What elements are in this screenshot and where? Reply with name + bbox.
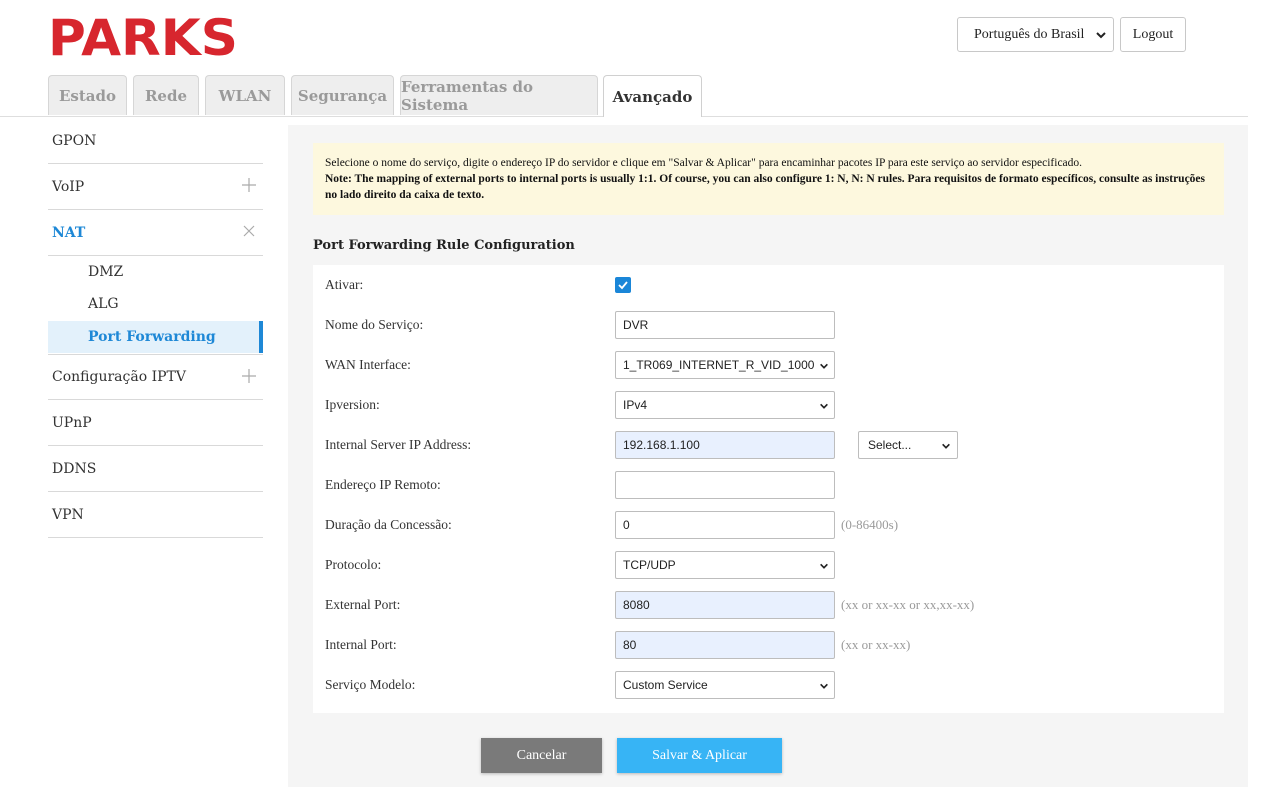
plus-icon: [242, 178, 256, 192]
tab-avancado[interactable]: Avançado: [603, 75, 702, 117]
remote-ip-input[interactable]: [615, 471, 835, 499]
protocol-select[interactable]: TCP/UDP: [615, 551, 835, 579]
internal-ip-label: Internal Server IP Address:: [325, 437, 472, 452]
port-forwarding-form: Ativar: Nome do Serviço: DVR WAN Interfa…: [313, 265, 1224, 713]
internal-port-hint: (xx or xx-xx): [841, 637, 911, 652]
wan-interface-value: 1_TR069_INTERNET_R_VID_1000: [623, 358, 815, 372]
row-ativar: Ativar:: [313, 265, 1224, 305]
chevron-down-icon: [820, 683, 828, 689]
tab-ferramentas[interactable]: Ferramentas do Sistema: [400, 75, 598, 115]
row-wan-interface: WAN Interface: 1_TR069_INTERNET_R_VID_10…: [313, 345, 1224, 385]
wan-interface-label: WAN Interface:: [325, 357, 411, 372]
tab-seguranca[interactable]: Segurança: [291, 75, 394, 115]
lease-label: Duração da Concessão:: [325, 517, 452, 532]
sidebar-item-ddns[interactable]: DDNS: [48, 446, 263, 492]
parks-logo: PARKS: [48, 9, 240, 67]
protocol-label: Protocolo:: [325, 557, 382, 572]
sidebar-item-label: NAT: [52, 224, 86, 241]
sidebar-item-nat[interactable]: NAT: [48, 210, 263, 256]
internal-port-label: Internal Port:: [325, 637, 397, 652]
sidebar-subitem-port-forwarding[interactable]: Port Forwarding: [48, 321, 263, 353]
lease-input[interactable]: 0: [615, 511, 835, 539]
sidebar-item-voip[interactable]: VoIP: [48, 164, 263, 210]
service-template-select[interactable]: Custom Service: [615, 671, 835, 699]
language-select[interactable]: Português do Brasil: [957, 17, 1114, 52]
nome-servico-label: Nome do Serviço:: [325, 317, 424, 332]
row-nome-servico: Nome do Serviço: DVR: [313, 305, 1224, 345]
sidebar-subitem-alg[interactable]: ALG: [48, 288, 263, 320]
notice-line-1: Selecione o nome do serviço, digite o en…: [325, 157, 1083, 169]
service-template-value: Custom Service: [623, 678, 708, 692]
sidebar-item-label: VoIP: [52, 178, 85, 195]
sidebar-item-label: UPnP: [52, 414, 92, 431]
ativar-label: Ativar:: [325, 277, 364, 292]
row-internal-ip: Internal Server IP Address: 192.168.1.10…: [313, 425, 1224, 465]
chevron-down-icon: [820, 563, 828, 569]
ativar-checkbox[interactable]: [615, 277, 631, 293]
row-lease: Duração da Concessão: 0 (0-86400s): [313, 505, 1224, 545]
sidebar-subitem-dmz[interactable]: DMZ: [48, 256, 263, 288]
internal-port-input[interactable]: 80: [615, 631, 835, 659]
sidebar-item-vpn[interactable]: VPN: [48, 492, 263, 538]
check-icon: [618, 281, 628, 290]
ipversion-select[interactable]: IPv4: [615, 391, 835, 419]
chevron-down-icon: [942, 443, 950, 449]
chevron-down-icon: [820, 403, 828, 409]
internal-ip-preset-value: Select...: [868, 438, 912, 452]
internal-ip-preset-select[interactable]: Select...: [858, 431, 958, 459]
ipversion-label: Ipversion:: [325, 397, 380, 412]
chevron-down-icon: [820, 363, 828, 369]
row-external-port: External Port: 8080 (xx or xx-xx or xx,x…: [313, 585, 1224, 625]
protocol-value: TCP/UDP: [623, 558, 676, 572]
lease-hint: (0-86400s): [841, 517, 899, 532]
notice-line-2: Note: The mapping of external ports to i…: [325, 173, 1206, 201]
sidebar-item-upnp[interactable]: UPnP: [48, 400, 263, 446]
tab-wlan[interactable]: WLAN: [205, 75, 285, 115]
row-remote-ip: Endereço IP Remoto:: [313, 465, 1224, 505]
ipversion-value: IPv4: [623, 398, 648, 412]
remote-ip-label: Endereço IP Remoto:: [325, 477, 441, 492]
internal-ip-input[interactable]: 192.168.1.100: [615, 431, 835, 459]
section-title: Port Forwarding Rule Configuration: [313, 238, 575, 253]
row-internal-port: Internal Port: 80 (xx or xx-xx): [313, 625, 1224, 665]
main-content: Selecione o nome do serviço, digite o en…: [288, 125, 1248, 787]
external-port-input[interactable]: 8080: [615, 591, 835, 619]
service-template-label: Serviço Modelo:: [325, 677, 416, 692]
tab-estado[interactable]: Estado: [48, 75, 127, 115]
sidebar-item-label: Configuração IPTV: [52, 369, 186, 385]
service-name-input[interactable]: DVR: [615, 311, 835, 339]
cancel-button[interactable]: Cancelar: [481, 738, 602, 773]
plus-icon: [242, 369, 256, 383]
chevron-down-icon: [1096, 32, 1106, 39]
wan-interface-select[interactable]: 1_TR069_INTERNET_R_VID_1000: [615, 351, 835, 379]
save-apply-button[interactable]: Salvar & Aplicar: [617, 738, 782, 773]
language-select-value: Português do Brasil: [974, 26, 1085, 42]
external-port-label: External Port:: [325, 597, 401, 612]
info-notice: Selecione o nome do serviço, digite o en…: [313, 143, 1224, 215]
sidebar-item-label: DDNS: [52, 460, 97, 477]
external-port-hint: (xx or xx-xx or xx,xx-xx): [841, 597, 975, 612]
row-ipversion: Ipversion: IPv4: [313, 385, 1224, 425]
sidebar-item-label: GPON: [52, 132, 97, 149]
logo-text: PARKS: [48, 14, 238, 58]
close-icon: [243, 225, 255, 237]
row-protocol: Protocolo: TCP/UDP: [313, 545, 1224, 585]
sidebar-item-label: VPN: [52, 506, 84, 523]
logout-button[interactable]: Logout: [1120, 17, 1186, 52]
sidebar-item-iptv[interactable]: Configuração IPTV: [48, 354, 263, 400]
sidebar-item-gpon[interactable]: GPON: [48, 118, 263, 164]
tab-rede[interactable]: Rede: [133, 75, 199, 115]
row-service-template: Serviço Modelo: Custom Service: [313, 665, 1224, 705]
